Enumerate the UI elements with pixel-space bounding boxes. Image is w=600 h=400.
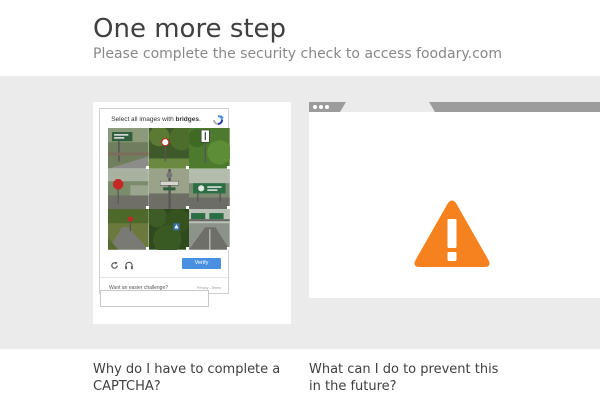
page-subtitle: Please complete the security check to ac… — [93, 46, 502, 62]
captcha-prompt-suffix: . — [198, 116, 201, 123]
captcha-prompt-target: bridges — [175, 116, 199, 123]
recaptcha-logo-icon — [213, 115, 224, 125]
browser-dot-icon — [313, 105, 317, 109]
highway-sign-tile-image — [189, 168, 230, 210]
page-title: One more step — [93, 14, 287, 44]
headphones-icon[interactable] — [124, 261, 134, 270]
trees-sign-tile-image — [189, 128, 230, 169]
highway-overpass-tile-image — [189, 209, 230, 250]
pole-street-sign-tile-image — [148, 168, 190, 210]
grid-tile-8[interactable] — [148, 209, 190, 250]
reload-icon[interactable] — [110, 261, 119, 270]
header: One more step Please complete the securi… — [0, 0, 600, 76]
captcha-prompt: Select all images with bridges. — [100, 116, 212, 123]
grid-tile-1[interactable] — [108, 128, 149, 169]
captcha-panel: Select all images with bridges. Verify W… — [93, 102, 291, 324]
recaptcha-widget: Select all images with bridges. Verify W… — [99, 108, 230, 294]
stop-sign-tile-image — [108, 168, 149, 210]
grid-tile-9[interactable] — [189, 209, 230, 250]
verify-button[interactable]: Verify — [182, 258, 221, 269]
grid-tile-2[interactable] — [148, 128, 190, 169]
browser-dot-icon — [319, 105, 323, 109]
grid-tile-4[interactable] — [108, 168, 149, 210]
browser-dot-icon — [325, 105, 329, 109]
image-grid — [108, 128, 230, 250]
captcha-prompt-prefix: Select all images with — [111, 116, 174, 123]
captcha-response-field[interactable] — [100, 290, 209, 307]
faq-why-captcha: Why do I have to complete a CAPTCHA? — [93, 362, 281, 394]
grid-tile-6[interactable] — [189, 168, 230, 210]
warning-icon — [414, 200, 490, 267]
browser-illustration — [309, 102, 600, 298]
road-grass-tile-image — [108, 209, 149, 250]
tree-road-sign-tile-image — [148, 128, 190, 169]
faq-prevent-future: What can I do to prevent this in the fut… — [309, 362, 499, 394]
browser-viewport — [309, 124, 600, 298]
forest-tile-image — [148, 209, 190, 250]
grid-tile-5[interactable] — [148, 168, 190, 210]
captcha-divider — [100, 277, 230, 278]
road-sign-tile-image — [108, 128, 149, 169]
grid-tile-3[interactable] — [189, 128, 230, 169]
browser-tab-shape — [340, 102, 435, 112]
browser-title-bar — [309, 102, 600, 112]
grid-tile-7[interactable] — [108, 209, 149, 250]
